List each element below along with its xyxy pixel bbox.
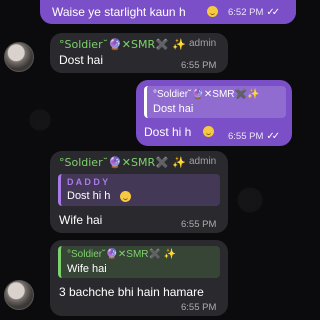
- quote-sender-name: D A D D Y: [67, 177, 109, 187]
- outgoing-message[interactable]: °Soldier˘🔮✕SMR✖️✨ Dost hai Dost hi h 6:5…: [136, 80, 292, 146]
- quote-text: Dost hai: [153, 103, 194, 115]
- reply-quote[interactable]: °Soldier˘🔮✕SMR✖️✨ Dost hai: [144, 86, 286, 118]
- smile-emoji-icon: [120, 191, 131, 202]
- reply-quote[interactable]: D A D D Y Dost hi h: [58, 174, 220, 206]
- smile-emoji-icon: [203, 126, 214, 137]
- smile-emoji-icon: [207, 6, 218, 17]
- message-time: 6:55 PM: [181, 219, 217, 230]
- outgoing-message-body[interactable]: Waise ye starlight kaun h 6:52 PM ✓✓: [40, 0, 296, 24]
- admin-badge: admin: [189, 38, 217, 49]
- chat-area[interactable]: Waise ye starlight kaun h 6:52 PM ✓✓ °Sol…: [0, 0, 298, 320]
- read-ticks-icon: ✓✓: [266, 131, 280, 142]
- admin-badge: admin: [189, 156, 217, 167]
- incoming-message[interactable]: °Soldier˘🔮✕SMR✖️ ✨ admin Dost hai 6:55 P…: [50, 33, 228, 73]
- sender-name[interactable]: °Soldier˘🔮✕SMR✖️ ✨: [59, 38, 186, 51]
- incoming-message[interactable]: °Soldier˘🔮✕SMR✖️ ✨ admin D A D D Y Dost …: [50, 151, 228, 233]
- message-text: 3 bachche bhi hain hamare: [59, 285, 204, 299]
- message-time: 6:55 PM: [181, 60, 217, 71]
- quote-text: Dost hi h: [67, 190, 111, 202]
- quote-text: Wife hai: [67, 263, 107, 275]
- reply-quote[interactable]: °Soldier˘🔮✕SMR✖️ ✨ Wife hai: [58, 246, 220, 278]
- read-ticks-icon: ✓✓: [266, 7, 280, 18]
- avatar[interactable]: [4, 280, 34, 310]
- incoming-message[interactable]: °Soldier˘🔮✕SMR✖️ ✨ Wife hai 3 bachche bh…: [50, 240, 228, 316]
- quote-sender-name: °Soldier˘🔮✕SMR✖️✨: [153, 89, 260, 100]
- message-text: Dost hai: [59, 53, 104, 67]
- message-time: 6:55 PM: [181, 302, 217, 313]
- avatar[interactable]: [4, 42, 34, 72]
- message-text: Waise ye starlight kaun h: [52, 5, 186, 19]
- message-time: 6:52 PM ✓✓: [228, 7, 280, 18]
- sender-name[interactable]: °Soldier˘🔮✕SMR✖️ ✨: [59, 156, 186, 169]
- quote-sender-name: °Soldier˘🔮✕SMR✖️ ✨: [67, 249, 177, 260]
- message-text: Wife hai: [59, 213, 103, 227]
- message-text: Dost hi h: [144, 125, 192, 139]
- message-time: 6:55 PM ✓✓: [228, 131, 280, 142]
